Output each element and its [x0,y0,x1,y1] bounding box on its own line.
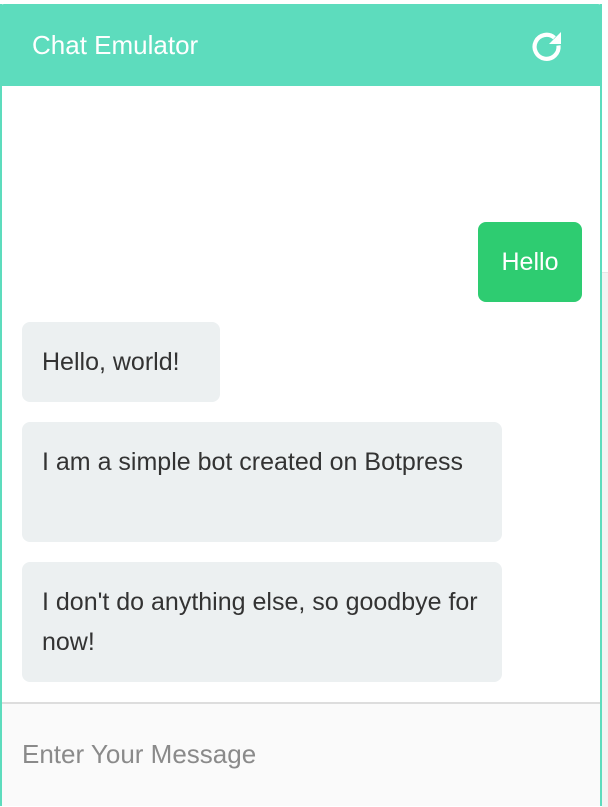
chat-emulator-window: Chat Emulator Hello Hello, world! I am a… [0,4,602,806]
user-message-bubble: Hello [478,222,582,302]
bot-message-text: I am a simple bot created on Botpress [42,448,464,476]
message-composer [2,702,600,806]
bot-message-text: I don't do anything else, so goodbye for… [42,588,478,656]
bot-message-text: Hello, world! [42,348,180,376]
message-input[interactable] [22,734,582,774]
chat-header: Chat Emulator [0,4,602,86]
bot-message-bubble: I don't do anything else, so goodbye for… [22,562,502,682]
bot-message-bubble: I am a simple bot created on Botpress [22,422,502,542]
message-list: Hello Hello, world! I am a simple bot cr… [2,86,600,702]
refresh-icon [532,32,561,61]
background-panel-edge [602,272,608,807]
user-message-text: Hello [501,248,559,276]
bot-message-bubble: Hello, world! [22,322,220,402]
chat-title: Chat Emulator [32,30,199,60]
refresh-button[interactable] [528,28,566,66]
